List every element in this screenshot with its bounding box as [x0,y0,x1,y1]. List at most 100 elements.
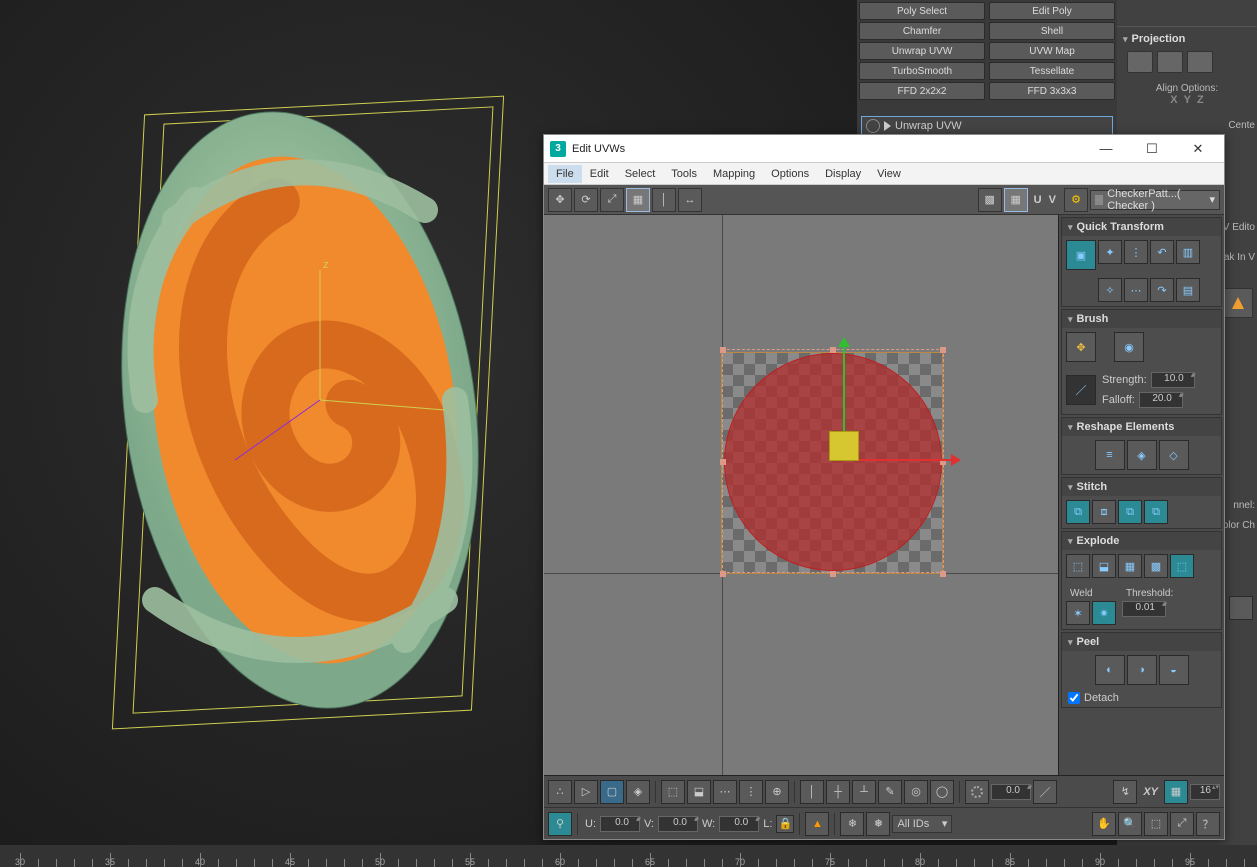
w-spinner[interactable]: 0.0 [719,816,759,832]
uv-handle[interactable] [830,571,836,577]
align-z-button[interactable]: Z [1197,94,1204,106]
softsel-icon[interactable] [965,780,989,804]
brush-icon[interactable]: ✎ [878,780,902,804]
texture-dropdown[interactable]: CheckerPatt...( Checker ) ▾ [1090,190,1220,210]
loop-icon[interactable]: ◯ [930,780,954,804]
grid-options-icon[interactable]: ▩ [978,188,1002,212]
freeform-tool-icon[interactable]: ▦ [626,188,650,212]
menu-file[interactable]: File [548,165,582,183]
explode-icon[interactable]: ⬓ [1092,554,1116,578]
uv-handle[interactable] [720,459,726,465]
mod-btn[interactable]: UVW Map [989,42,1115,60]
mod-btn[interactable]: FFD 2x2x2 [859,82,985,100]
straighten-icon[interactable]: ≡ [1095,440,1125,470]
mod-btn[interactable]: Unwrap UVW [859,42,985,60]
uv-handle[interactable] [940,347,946,353]
falloff-spinner[interactable]: 20.0 [1139,392,1183,408]
planar-projection-icon[interactable] [1127,51,1153,73]
polygon-subobj-icon[interactable]: ▢ [600,780,624,804]
flame-icon[interactable]: ▲ [805,812,829,836]
select-mode-icon[interactable]: ⋯ [713,780,737,804]
axis-icon[interactable]: ↯ [1113,780,1137,804]
weld-icon[interactable]: ✶ [1066,601,1090,625]
visibility-toggle-icon[interactable] [866,119,880,133]
projection-rollout-header[interactable]: Projection [1123,31,1251,47]
stitch-icon[interactable]: ⧉ [1144,500,1168,524]
mirror-tool-icon[interactable]: ↔ [678,188,702,212]
explode-icon[interactable]: ▦ [1118,554,1142,578]
explode-icon[interactable]: ▩ [1144,554,1168,578]
transform-type-icon[interactable]: ⚲ [548,812,572,836]
peel-icon[interactable]: ◒ [1159,655,1189,685]
v-spinner[interactable]: 0.0 [658,816,698,832]
zoom-region-icon[interactable]: ⬚ [1144,812,1168,836]
qt-icon[interactable]: ▤ [1176,278,1200,302]
mod-btn[interactable]: Tessellate [989,62,1115,80]
detach-checkbox-input[interactable] [1068,692,1080,704]
snowflake-icon[interactable]: ❅ [866,812,890,836]
mod-btn[interactable]: FFD 3x3x3 [989,82,1115,100]
edge-subobj-icon[interactable]: ▷ [574,780,598,804]
menu-tools[interactable]: Tools [663,165,705,183]
quick-transform-header[interactable]: Quick Transform [1062,218,1221,236]
time-ruler[interactable]: 3035404550556065707580859095 [0,845,1257,867]
misc-button[interactable] [1229,596,1253,620]
snap-icon[interactable]: ┼ [826,780,850,804]
lock-icon[interactable]: 🔒 [776,815,794,833]
select-mode-icon[interactable]: ⬓ [687,780,711,804]
spherical-projection-icon[interactable] [1187,51,1213,73]
qt-icon[interactable]: ⋮ [1124,240,1148,264]
mirror-tool-icon[interactable]: │ [652,188,676,212]
scale-tool-icon[interactable]: ⤢ [600,188,624,212]
expand-icon[interactable] [884,121,891,131]
threshold-spinner[interactable]: 0.01 [1122,601,1166,617]
align-y-button[interactable]: Y [1184,94,1191,106]
mod-btn[interactable]: Shell [989,22,1115,40]
close-button[interactable]: ✕ [1178,135,1218,163]
uv-handle[interactable] [830,347,836,353]
explode-header[interactable]: Explode [1062,532,1221,550]
modifier-stack-item[interactable]: Unwrap UVW [861,116,1113,136]
qt-icon[interactable]: ↷ [1150,278,1174,302]
cylindrical-projection-icon[interactable] [1157,51,1183,73]
u-spinner[interactable]: 0.0 [600,816,640,832]
reshape-icon[interactable]: ◈ [1127,440,1157,470]
minimize-button[interactable]: — [1086,135,1126,163]
gizmo-x-axis[interactable] [859,459,953,461]
menu-edit[interactable]: Edit [582,165,617,183]
menu-mapping[interactable]: Mapping [705,165,763,183]
snap-icon[interactable]: ┴ [852,780,876,804]
brush-header[interactable]: Brush [1062,310,1221,328]
stitch-icon[interactable]: ⧉ [1118,500,1142,524]
mod-btn[interactable]: Chamfer [859,22,985,40]
peel-header[interactable]: Peel [1062,633,1221,651]
mod-btn[interactable]: TurboSmooth [859,62,985,80]
qt-icon[interactable]: ✦ [1098,240,1122,264]
paint-move-icon[interactable]: ✥ [1066,332,1096,362]
align-x-button[interactable]: X [1170,94,1177,106]
weld-icon[interactable]: ✷ [1092,601,1116,625]
select-mode-icon[interactable]: ⋮ [739,780,763,804]
select-mode-icon[interactable]: ⊕ [765,780,789,804]
menu-display[interactable]: Display [817,165,869,183]
stitch-icon[interactable]: ⧈ [1092,500,1116,524]
vertex-subobj-icon[interactable]: ∴ [548,780,572,804]
grid-options-icon[interactable]: ▦ [1004,188,1028,212]
qt-icon[interactable]: ⋯ [1124,278,1148,302]
peel-icon[interactable]: ◑ [1127,655,1157,685]
softsel-spinner[interactable]: 0.0 [991,784,1031,800]
uv-canvas[interactable] [544,215,1058,775]
explode-icon[interactable]: ⬚ [1170,554,1194,578]
options-icon[interactable]: ⚙ [1064,188,1088,212]
align-tool-icon[interactable]: ▣ [1066,240,1096,270]
stitch-header[interactable]: Stitch [1062,478,1221,496]
id-filter-dropdown[interactable]: All IDs ▾ [892,815,952,833]
zoom-extents-icon[interactable]: ⤢ [1170,812,1194,836]
stitch-icon[interactable]: ⧉ [1066,500,1090,524]
uv-handle[interactable] [720,347,726,353]
move-tool-icon[interactable]: ✥ [548,188,572,212]
detach-checkbox[interactable]: Detach [1062,689,1221,707]
gizmo-pivot[interactable] [829,431,859,461]
menu-select[interactable]: Select [617,165,664,183]
paint-relax-icon[interactable]: ◉ [1114,332,1144,362]
